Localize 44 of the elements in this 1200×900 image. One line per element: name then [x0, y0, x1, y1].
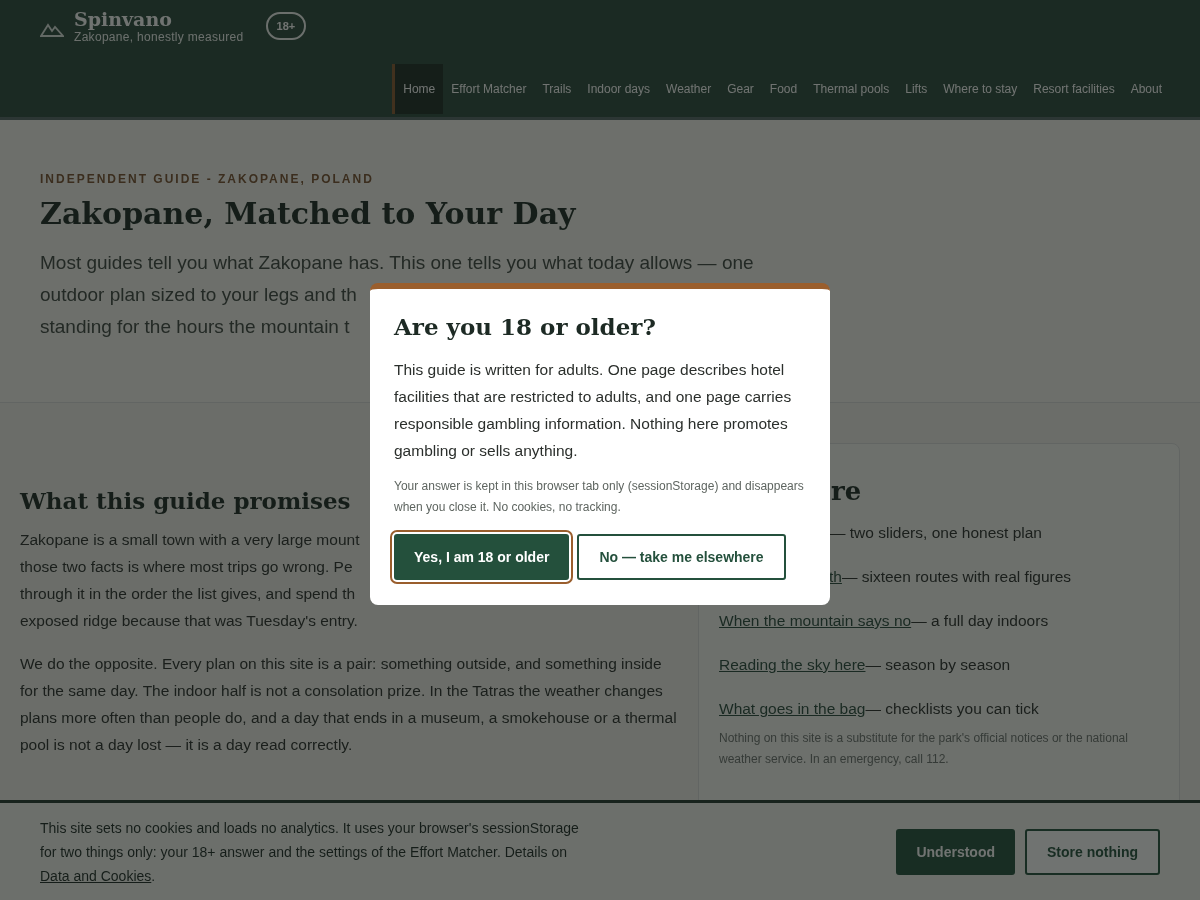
nav-link[interactable]: Gear: [719, 64, 762, 114]
paragraph-text: those two facts is where most trips go wrong. Pe: [20, 557, 353, 577]
intro-text: standing for the hours the mountain t: [40, 315, 350, 339]
dialog-title: Are you 18 or older?: [394, 313, 657, 340]
paragraph-text: Zakopane is a small town with a very large mount: [20, 530, 360, 550]
nav-link[interactable]: Resort facilities: [1025, 64, 1123, 114]
link-description: — two sliders, one honest plan: [830, 524, 1042, 541]
nav-link[interactable]: About: [1122, 64, 1170, 114]
nav-link[interactable]: Trails: [534, 64, 580, 114]
nav-link[interactable]: Food: [761, 64, 806, 114]
nav-link[interactable]: Home: [392, 64, 444, 114]
nav-link[interactable]: Effort Matcher: [443, 64, 535, 114]
guide-link[interactable]: Reading the sky here: [719, 656, 866, 673]
paragraph-text: through it in the order the list gives, and spend th: [20, 584, 356, 604]
link-description: — season by season: [865, 656, 1011, 673]
guide-link[interactable]: What goes in the bag: [719, 700, 866, 717]
guide-link[interactable]: th: [829, 568, 842, 585]
nav-link[interactable]: Lifts: [897, 64, 936, 114]
cookie-button[interactable]: Store nothing: [1025, 828, 1160, 875]
paragraph-text: exposed ridge because that was Tuesday's entry.: [20, 611, 358, 631]
nav-link[interactable]: Indoor days: [579, 64, 658, 114]
guide-link[interactable]: When the mountain says no: [719, 612, 912, 629]
card-heading: re: [831, 476, 862, 506]
intro-text: outdoor plan sized to your legs and th: [40, 283, 357, 307]
nav-link[interactable]: Where to stay: [935, 64, 1026, 114]
site-name[interactable]: Spinvano: [74, 8, 172, 30]
dialog-note: Your answer is kept in this browser tab only (sessionStorage) and disappears when you close it. No cookies, no tracking.: [394, 478, 805, 516]
site-tagline: Zakopane, honestly measured: [74, 30, 244, 44]
intro-text: Most guides tell you what Zakopane has. This one tells you what today allows — one: [40, 251, 754, 275]
cookie-button[interactable]: Understood: [896, 828, 1015, 875]
age-badge: 18+: [265, 12, 307, 40]
mountain-icon: [40, 21, 64, 37]
link-description: — sixteen routes with real figures: [841, 568, 1072, 585]
link-description: — a full day indoors: [911, 612, 1049, 629]
dialog-text: This guide is written for adults. One page describes hotel facilities that are restricted to adults, and one page carries responsible gambling information. Nothing here promotes gambling or sells anything.: [394, 360, 793, 461]
nav-link[interactable]: Thermal pools: [805, 64, 898, 114]
paragraph-text: We do the opposite. Every plan on this site is a pair: something outside, and something inside for the same day. The indoor half is not a consolation prize. In the Tatras the weather changes plans more often than people do, and a day that ends in a museum, a smokehouse or a thermal pool is not a day lost — it is a day read correctly.: [20, 654, 678, 755]
link-description: — checklists you can tick: [865, 700, 1039, 717]
dialog-button[interactable]: No — take me elsewhere: [577, 534, 786, 580]
page-title: Zakopane, Matched to Your Day: [40, 196, 576, 231]
section-heading: What this guide promises: [20, 487, 351, 514]
cookie-notice: This site sets no cookies and loads no analytics. It uses your browser's sessionStorage for two things only: your 18+ answer and the settings of the Effort Matcher. Details on Data and Cookies.: [40, 818, 580, 886]
nav-link[interactable]: Weather: [658, 64, 720, 114]
eyebrow-text: INDEPENDENT GUIDE - ZAKOPANE, POLAND: [40, 172, 375, 186]
